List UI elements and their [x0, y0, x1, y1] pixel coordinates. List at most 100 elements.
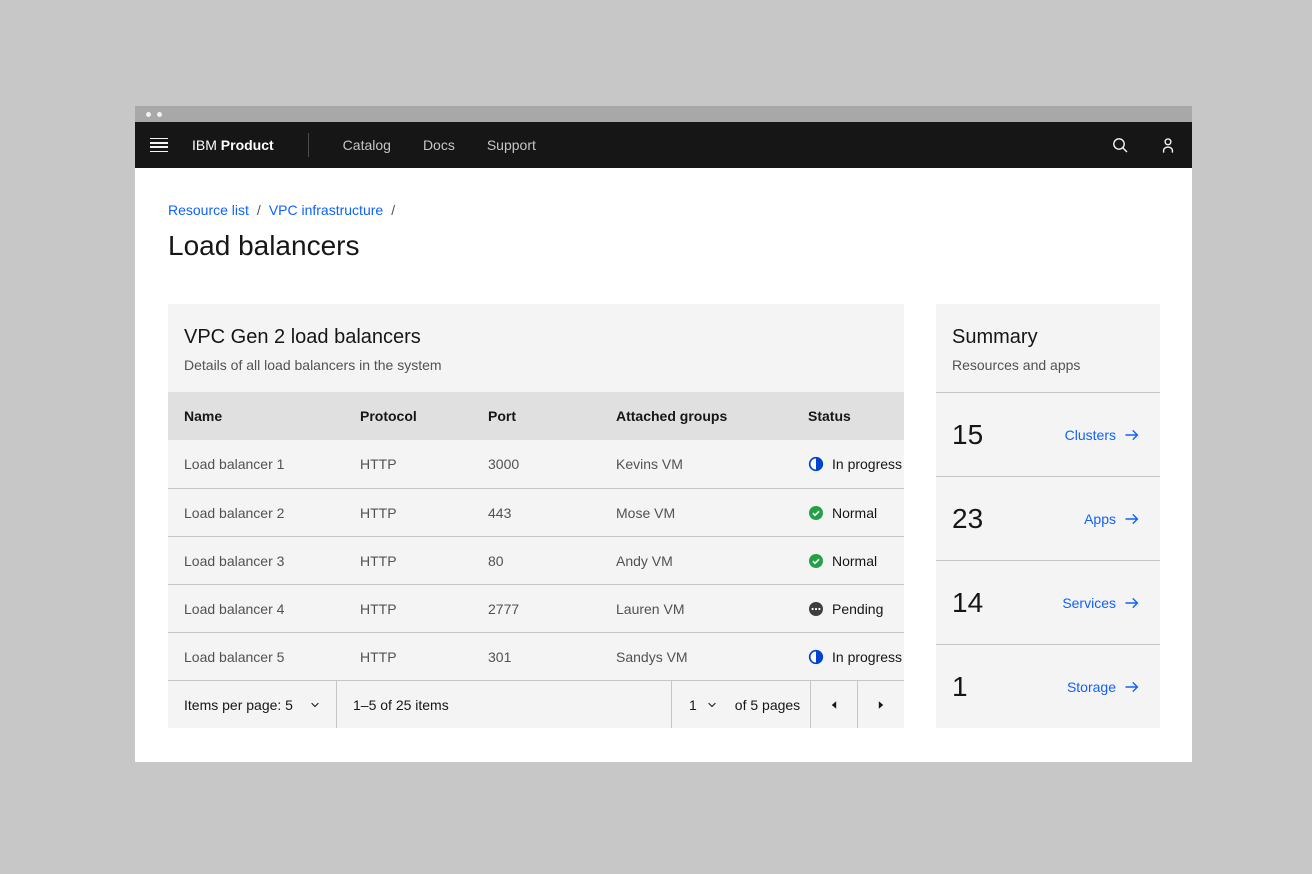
breadcrumb-separator: / [391, 202, 395, 218]
window-control-dot[interactable] [157, 112, 162, 117]
caret-right-icon [873, 697, 889, 713]
pagination-bar: Items per page: 5 1–5 of 25 items 1 of 5… [168, 680, 904, 728]
header-actions [1096, 122, 1192, 168]
cell-port: 80 [488, 553, 616, 569]
cell-attached-groups: Sandys VM [616, 649, 808, 665]
table-row[interactable]: Load balancer 4HTTP2777Lauren VMPending [168, 584, 904, 632]
arrow-right-icon [1124, 427, 1140, 443]
previous-page-button[interactable] [810, 681, 857, 728]
table-header-row: NameProtocolPortAttached groupsStatus [168, 392, 904, 440]
summary-row: 1 Storage [936, 644, 1160, 728]
breadcrumb: Resource list/VPC infrastructure/ [168, 202, 1160, 218]
summary-link-label: Storage [1067, 679, 1116, 695]
header-nav: Catalog Docs Support [343, 137, 536, 153]
search-button[interactable] [1096, 122, 1144, 168]
brand-link[interactable]: IBM Product [192, 137, 274, 153]
brand-prefix: IBM [192, 137, 217, 153]
cell-protocol: HTTP [360, 553, 488, 569]
summary-link-label: Clusters [1065, 427, 1116, 443]
cell-name: Load balancer 5 [184, 649, 360, 665]
cell-protocol: HTTP [360, 649, 488, 665]
page-select-group: 1 of 5 pages [671, 681, 810, 728]
cell-attached-groups: Kevins VM [616, 456, 808, 472]
chevron-down-icon [706, 699, 718, 711]
summary-row: 15 Clusters [936, 392, 1160, 476]
column-header: Status [808, 408, 904, 424]
page-content: Resource list/VPC infrastructure/ Load b… [135, 168, 1192, 728]
window-titlebar [135, 106, 1192, 122]
cell-attached-groups: Lauren VM [616, 601, 808, 617]
summary-row: 14 Services [936, 560, 1160, 644]
next-page-button[interactable] [857, 681, 904, 728]
status-normal-icon [808, 553, 824, 569]
pagination-range: 1–5 of 25 items [337, 681, 671, 728]
status-normal-icon [808, 505, 824, 521]
cell-protocol: HTTP [360, 456, 488, 472]
cell-attached-groups: Mose VM [616, 505, 808, 521]
cell-attached-groups: Andy VM [616, 553, 808, 569]
summary-count: 23 [952, 505, 983, 533]
header-divider [308, 133, 309, 157]
summary-link-label: Services [1062, 595, 1116, 611]
status-label: Normal [832, 553, 877, 569]
column-header: Attached groups [616, 408, 808, 424]
cell-name: Load balancer 1 [184, 456, 360, 472]
cell-name: Load balancer 3 [184, 553, 360, 569]
nav-item-docs[interactable]: Docs [423, 137, 455, 153]
column-header: Port [488, 408, 616, 424]
table-row[interactable]: Load balancer 5HTTP301Sandys VM In progre… [168, 632, 904, 680]
column-header: Protocol [360, 408, 488, 424]
nav-item-catalog[interactable]: Catalog [343, 137, 391, 153]
cell-status: Normal [808, 553, 904, 569]
summary-link-apps[interactable]: Apps [1084, 511, 1140, 527]
brand-name: Product [221, 137, 274, 153]
summary-row: 23 Apps [936, 476, 1160, 560]
table-row[interactable]: Load balancer 1HTTP3000Kevins VM In progr… [168, 440, 904, 488]
summary-rows: 15 Clusters 23 Apps 14 Services 1 Storage [936, 392, 1160, 728]
cell-status: Pending [808, 601, 904, 617]
app-header: IBM Product Catalog Docs Support [135, 122, 1192, 168]
cell-port: 443 [488, 505, 616, 521]
status-label: In progress [832, 456, 902, 472]
hamburger-menu-button[interactable] [135, 122, 183, 168]
load-balancers-table-card: VPC Gen 2 load balancers Details of all … [168, 304, 904, 728]
status-pending-icon [808, 601, 824, 617]
summary-link-services[interactable]: Services [1062, 595, 1140, 611]
cell-name: Load balancer 4 [184, 601, 360, 617]
window-control-dot[interactable] [146, 112, 151, 117]
table-row[interactable]: Load balancer 3HTTP80Andy VM Normal [168, 536, 904, 584]
cell-port: 3000 [488, 456, 616, 472]
summary-link-storage[interactable]: Storage [1067, 679, 1140, 695]
table-card-title: VPC Gen 2 load balancers [184, 324, 888, 350]
table-row[interactable]: Load balancer 2HTTP443Mose VMNormal [168, 488, 904, 536]
nav-item-support[interactable]: Support [487, 137, 536, 153]
table-card-header: VPC Gen 2 load balancers Details of all … [168, 304, 904, 392]
cell-protocol: HTTP [360, 505, 488, 521]
cell-port: 301 [488, 649, 616, 665]
arrow-right-icon [1124, 679, 1140, 695]
items-per-page-select[interactable]: Items per page: 5 [168, 681, 337, 728]
arrow-right-icon [1124, 511, 1140, 527]
column-header: Name [184, 408, 360, 424]
user-icon [1158, 135, 1178, 155]
summary-count: 15 [952, 421, 983, 449]
status-in-progress-icon [808, 456, 824, 472]
cell-protocol: HTTP [360, 601, 488, 617]
status-label: Normal [832, 505, 877, 521]
summary-title: Summary [952, 324, 1144, 350]
page-number-select[interactable]: 1 [689, 697, 718, 713]
summary-count: 14 [952, 589, 983, 617]
breadcrumb-link[interactable]: Resource list [168, 202, 249, 218]
main-layout: VPC Gen 2 load balancers Details of all … [168, 304, 1160, 728]
items-per-page-label: Items per page: 5 [184, 697, 293, 713]
cell-status: In progress [808, 456, 904, 472]
summary-link-clusters[interactable]: Clusters [1065, 427, 1140, 443]
cell-status: In progress [808, 649, 904, 665]
user-avatar-button[interactable] [1144, 122, 1192, 168]
status-label: In progress [832, 649, 902, 665]
summary-count: 1 [952, 673, 968, 701]
breadcrumb-link[interactable]: VPC infrastructure [269, 202, 383, 218]
app-window: IBM Product Catalog Docs Support Resource … [135, 106, 1192, 762]
page-title: Load balancers [168, 228, 1160, 264]
summary-link-label: Apps [1084, 511, 1116, 527]
